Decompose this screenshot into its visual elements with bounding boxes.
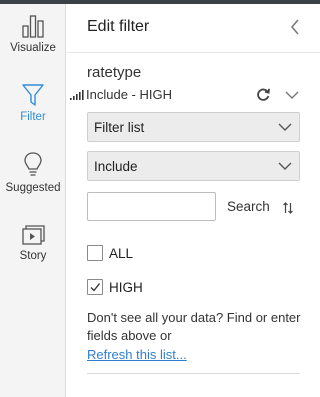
option-all-checkbox[interactable] bbox=[87, 245, 103, 261]
search-input[interactable] bbox=[87, 192, 216, 221]
search-button[interactable]: Search bbox=[227, 199, 270, 214]
include-exclude-select[interactable]: Include bbox=[87, 151, 300, 181]
lightbulb-icon bbox=[24, 152, 42, 176]
nav-story[interactable]: Story bbox=[0, 223, 66, 262]
bottom-divider bbox=[87, 373, 300, 374]
nav-story-label: Story bbox=[19, 250, 47, 262]
chevron-down-icon bbox=[278, 123, 292, 131]
left-nav-rail: Visualize Filter Suggested Story bbox=[0, 4, 66, 397]
nav-suggested-label: Suggested bbox=[5, 182, 61, 194]
nav-suggested[interactable]: Suggested bbox=[0, 151, 66, 194]
option-all-label: ALL bbox=[109, 246, 134, 261]
filter-type-select[interactable]: Filter list bbox=[87, 112, 300, 142]
nav-filter[interactable]: Filter bbox=[0, 82, 66, 123]
filter-summary-text: Include - HIGH bbox=[86, 87, 172, 102]
chevron-down-icon[interactable] bbox=[284, 88, 300, 102]
refresh-list-link[interactable]: Refresh this list... bbox=[87, 347, 187, 362]
panel-title: Edit filter bbox=[87, 18, 150, 35]
chevron-left-icon bbox=[291, 19, 299, 35]
filter-field-name: ratetype bbox=[87, 64, 142, 81]
refresh-icon[interactable] bbox=[255, 86, 271, 102]
nav-visualize-label: Visualize bbox=[10, 42, 56, 54]
filter-type-value: Filter list bbox=[94, 120, 145, 135]
story-play-icon bbox=[22, 225, 45, 245]
filter-summary-row: Include - HIGH bbox=[69, 86, 309, 104]
checkmark-icon bbox=[90, 283, 101, 292]
option-high-checkbox[interactable] bbox=[87, 279, 103, 295]
option-high-label: HIGH bbox=[109, 280, 143, 295]
missing-data-hint: Don't see all your data? Find or enter f… bbox=[87, 310, 301, 343]
collapse-panel-button[interactable] bbox=[290, 16, 300, 35]
bar-chart-icon bbox=[22, 15, 44, 38]
signal-bars-icon bbox=[70, 90, 84, 100]
edit-filter-panel: Edit filter ratetype Include - HIGH Filt… bbox=[67, 4, 320, 397]
chevron-down-icon bbox=[278, 162, 292, 170]
nav-filter-label: Filter bbox=[20, 111, 46, 123]
header-divider bbox=[67, 52, 320, 53]
include-exclude-value: Include bbox=[94, 159, 138, 174]
nav-visualize[interactable]: Visualize bbox=[0, 13, 66, 54]
funnel-icon bbox=[22, 84, 44, 106]
sort-icon[interactable] bbox=[282, 201, 294, 215]
